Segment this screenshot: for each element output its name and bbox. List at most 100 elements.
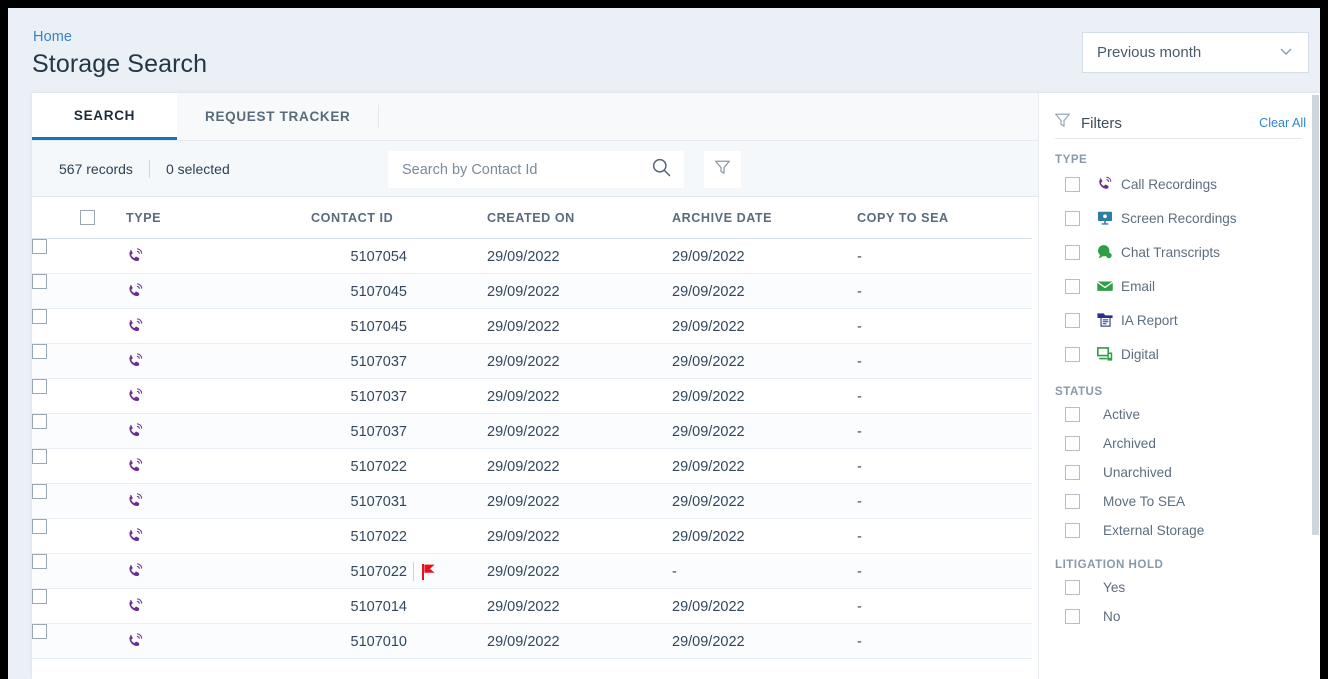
select-all-checkbox[interactable] xyxy=(80,210,95,225)
filter-option-digital[interactable]: Digital xyxy=(1065,345,1159,363)
row-checkbox[interactable] xyxy=(32,624,47,639)
cell-contact-id: 5107022 xyxy=(350,528,407,545)
cell-contact-id: 5107045 xyxy=(350,283,407,300)
call-recording-icon xyxy=(126,519,145,554)
row-checkbox[interactable] xyxy=(32,519,47,534)
row-checkbox[interactable] xyxy=(32,379,47,394)
row-checkbox[interactable] xyxy=(32,589,47,604)
filter-checkbox[interactable] xyxy=(1065,176,1080,192)
period-select[interactable]: Previous month xyxy=(1082,32,1309,73)
filter-checkbox[interactable] xyxy=(1065,523,1080,538)
filters-panel: Filters Clear All TYPE Call Recordings Scr… xyxy=(1038,93,1320,679)
litigation-hold-flag-icon[interactable] xyxy=(413,562,437,581)
filter-checkbox[interactable] xyxy=(1065,465,1080,480)
filters-title: Filters xyxy=(1081,114,1122,132)
column-header-archive-date[interactable]: ARCHIVE DATE xyxy=(672,211,772,225)
filters-scrollbar-thumb[interactable] xyxy=(1312,95,1319,535)
row-checkbox[interactable] xyxy=(32,449,47,464)
filter-option-email[interactable]: Email xyxy=(1065,277,1155,295)
filter-option-screen-recordings[interactable]: Screen Recordings xyxy=(1065,209,1237,227)
cell-archive-date: 29/09/2022 xyxy=(672,493,745,510)
search-icon[interactable] xyxy=(651,157,672,183)
table-row[interactable]: 5107031 29/09/2022 29/09/2022 - xyxy=(32,484,1032,519)
filters-divider xyxy=(1055,138,1302,139)
call-recording-icon xyxy=(126,554,145,589)
filter-option-external-storage[interactable]: External Storage xyxy=(1065,523,1204,538)
table-row[interactable]: 5107054 29/09/2022 29/09/2022 - xyxy=(32,239,1032,274)
row-checkbox[interactable] xyxy=(32,554,47,569)
table-row[interactable]: 5107037 29/09/2022 29/09/2022 - xyxy=(32,344,1032,379)
filter-option-label: IA Report xyxy=(1121,312,1178,328)
cell-created-on: 29/09/2022 xyxy=(487,633,560,650)
column-header-type[interactable]: TYPE xyxy=(126,211,161,225)
cell-created-on: 29/09/2022 xyxy=(487,248,560,265)
cell-copy-to-sea: - xyxy=(857,283,862,300)
cell-copy-to-sea: - xyxy=(857,598,862,615)
filter-option-label: Active xyxy=(1103,407,1141,422)
cell-copy-to-sea: - xyxy=(857,493,862,510)
row-checkbox[interactable] xyxy=(32,344,47,359)
filter-checkbox[interactable] xyxy=(1065,312,1080,328)
cell-archive-date: 29/09/2022 xyxy=(672,458,745,475)
toolbar-divider xyxy=(148,159,150,178)
filters-scrollbar-track[interactable] xyxy=(1312,93,1320,679)
filter-option-call-recordings[interactable]: Call Recordings xyxy=(1065,175,1217,193)
cell-created-on: 29/09/2022 xyxy=(487,353,560,370)
row-checkbox[interactable] xyxy=(32,274,47,289)
cell-contact-id: 5107022 xyxy=(350,563,407,580)
filter-option-archived[interactable]: Archived xyxy=(1065,436,1156,451)
filter-option-yes[interactable]: Yes xyxy=(1065,580,1125,595)
filter-option-ia-report[interactable]: IA Report xyxy=(1065,311,1178,329)
filter-option-active[interactable]: Active xyxy=(1065,407,1140,422)
cell-archive-date: 29/09/2022 xyxy=(672,353,745,370)
filter-checkbox[interactable] xyxy=(1065,407,1080,422)
row-checkbox[interactable] xyxy=(32,484,47,499)
filter-checkbox[interactable] xyxy=(1065,494,1080,509)
table-row[interactable]: 5107022 29/09/2022 29/09/2022 - xyxy=(32,449,1032,484)
filter-group-label: STATUS xyxy=(1055,385,1103,398)
table-row[interactable]: 5107010 29/09/2022 29/09/2022 - xyxy=(32,624,1032,659)
filter-checkbox[interactable] xyxy=(1065,436,1080,451)
call-recording-icon xyxy=(126,589,145,624)
filter-option-move-to-sea[interactable]: Move To SEA xyxy=(1065,494,1185,509)
table-row[interactable]: 5107037 29/09/2022 29/09/2022 - xyxy=(32,414,1032,449)
row-checkbox[interactable] xyxy=(32,239,47,254)
row-checkbox[interactable] xyxy=(32,414,47,429)
filter-checkbox[interactable] xyxy=(1065,580,1080,595)
filter-option-no[interactable]: No xyxy=(1065,609,1120,624)
filter-checkbox[interactable] xyxy=(1065,346,1080,362)
table-row[interactable]: 5107014 29/09/2022 29/09/2022 - xyxy=(32,589,1032,624)
tab-search[interactable]: SEARCH xyxy=(32,93,177,140)
filter-checkbox[interactable] xyxy=(1065,609,1080,624)
filter-toggle-button[interactable] xyxy=(704,151,741,188)
filter-option-label: Call Recordings xyxy=(1121,176,1217,192)
filter-checkbox[interactable] xyxy=(1065,244,1080,260)
record-count: 567 records xyxy=(59,160,133,177)
table-row[interactable]: 5107045 29/09/2022 29/09/2022 - xyxy=(32,309,1032,344)
table-row[interactable]: 5107022 29/09/2022 29/09/2022 - xyxy=(32,519,1032,554)
table-row[interactable]: 5107037 29/09/2022 29/09/2022 - xyxy=(32,379,1032,414)
column-header-contact-id[interactable]: CONTACT ID xyxy=(311,211,393,225)
table-row[interactable]: 5107045 29/09/2022 29/09/2022 - xyxy=(32,274,1032,309)
digital-icon xyxy=(1096,345,1114,363)
filter-option-chat-transcripts[interactable]: Chat Transcripts xyxy=(1065,243,1220,261)
search-input[interactable] xyxy=(400,160,651,179)
tab-request-tracker[interactable]: REQUEST TRACKER xyxy=(177,93,379,140)
search-box[interactable] xyxy=(388,151,684,188)
cell-created-on: 29/09/2022 xyxy=(487,423,560,440)
clear-all-link[interactable]: Clear All xyxy=(1259,116,1306,130)
page-title: Storage Search xyxy=(32,50,208,78)
row-checkbox[interactable] xyxy=(32,309,47,324)
cell-copy-to-sea: - xyxy=(857,458,862,475)
column-header-created-on[interactable]: CREATED ON xyxy=(487,211,575,225)
funnel-icon xyxy=(713,158,732,182)
call-recording-icon xyxy=(126,484,145,519)
breadcrumb-home[interactable]: Home xyxy=(33,29,72,45)
filter-option-unarchived[interactable]: Unarchived xyxy=(1065,465,1172,480)
column-header-copy-to-sea[interactable]: COPY TO SEA xyxy=(857,211,949,225)
table-row[interactable]: 5107022 29/09/2022 - - xyxy=(32,554,1032,589)
filter-checkbox[interactable] xyxy=(1065,278,1080,294)
filter-checkbox[interactable] xyxy=(1065,210,1080,226)
cell-archive-date: 29/09/2022 xyxy=(672,388,745,405)
cell-contact-id: 5107031 xyxy=(350,493,407,510)
